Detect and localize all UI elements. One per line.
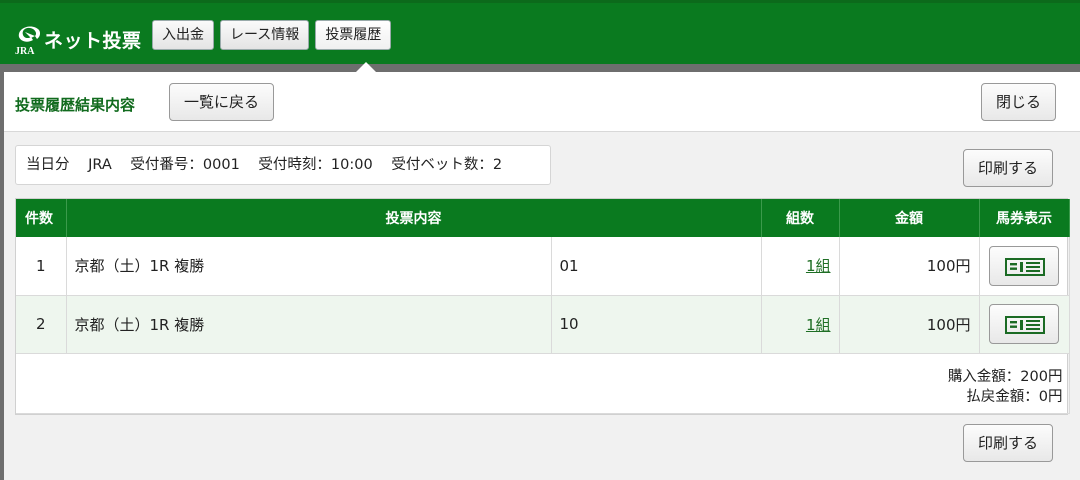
row-combos-link[interactable]: 1組 [806, 257, 831, 275]
panel-header: 投票履歴結果内容 一覧に戻る 閉じる [4, 72, 1080, 132]
app-frame: JRA ネット投票 入出金 レース情報 投票履歴 投票履歴結果内容 一覧に戻る … [0, 0, 1080, 480]
row-number: 2 [16, 295, 67, 354]
show-ticket-button[interactable] [989, 245, 1059, 286]
header-bar: JRA ネット投票 入出金 レース情報 投票履歴 [0, 0, 1080, 64]
brand-sub: JRA [15, 46, 35, 57]
col-header-amount: 金額 [839, 199, 980, 237]
nav-deposit-button[interactable]: 入出金 [152, 20, 214, 50]
back-to-list-button[interactable]: 一覧に戻る [169, 83, 275, 121]
row-race: 京都（土）1R 複勝 [66, 295, 552, 354]
row-selection: 01 [551, 237, 762, 296]
totals-row: 購入金額：200円 払戻金額：0円 [16, 353, 1070, 414]
jra-horseshoe-icon: JRA [15, 26, 41, 57]
nav-vote-history-button[interactable]: 投票履歴 [315, 20, 392, 50]
summary-receipt-no: 受付番号：0001 [130, 157, 240, 173]
col-header-content: 投票内容 [66, 199, 762, 237]
col-header-count: 件数 [16, 199, 67, 237]
show-ticket-button[interactable] [989, 304, 1059, 344]
row-combos-link[interactable]: 1組 [806, 316, 831, 334]
summary-org: JRA [88, 157, 112, 173]
summary-day: 当日分 [26, 157, 70, 173]
table-header-row: 件数 投票内容 組数 金額 馬券表示 [16, 199, 1070, 237]
active-nav-caret [356, 62, 376, 72]
page-title: 投票履歴結果内容 [15, 96, 136, 114]
receipt-summary: 当日分 JRA 受付番号：0001 受付時刻：10:00 受付ベット数：2 [15, 145, 551, 185]
brand-title: ネット投票 [44, 30, 142, 52]
close-button[interactable]: 閉じる [981, 83, 1057, 121]
totals-cell: 購入金額：200円 払戻金額：0円 [16, 353, 1070, 414]
summary-bet-count: 受付ベット数：2 [391, 157, 503, 173]
jra-logo[interactable]: JRA ネット投票 [14, 21, 141, 59]
ticket-icon [1005, 257, 1045, 276]
print-button-top[interactable]: 印刷する [963, 149, 1054, 187]
col-header-combos: 組数 [761, 199, 840, 237]
refund-total: 払戻金額：0円 [966, 389, 1063, 405]
nav-race-info-button[interactable]: レース情報 [220, 20, 310, 50]
summary-receipt-time: 受付時刻：10:00 [258, 157, 373, 173]
col-header-ticket: 馬券表示 [979, 199, 1070, 237]
row-number: 1 [16, 237, 67, 296]
table-row: 1 京都（土）1R 複勝 01 1組 100円 [16, 237, 1070, 296]
bets-table-container: 件数 投票内容 組数 金額 馬券表示 1 京都（土）1R 複勝 01 1組 10… [15, 198, 1070, 415]
purchase-total: 購入金額：200円 [947, 369, 1063, 385]
row-race: 京都（土）1R 複勝 [66, 237, 552, 296]
bets-table: 件数 投票内容 組数 金額 馬券表示 1 京都（土）1R 複勝 01 1組 10… [16, 199, 1070, 414]
top-nav: 入出金 レース情報 投票履歴 [152, 20, 392, 50]
print-button-bottom[interactable]: 印刷する [963, 424, 1054, 462]
row-amount: 100円 [839, 295, 980, 354]
ticket-icon [1005, 316, 1045, 334]
results-panel: 投票履歴結果内容 一覧に戻る 閉じる 当日分 JRA 受付番号：0001 受付時… [4, 72, 1080, 480]
table-row: 2 京都（土）1R 複勝 10 1組 100円 [16, 295, 1070, 354]
row-amount: 100円 [839, 237, 980, 296]
row-selection: 10 [551, 295, 762, 354]
